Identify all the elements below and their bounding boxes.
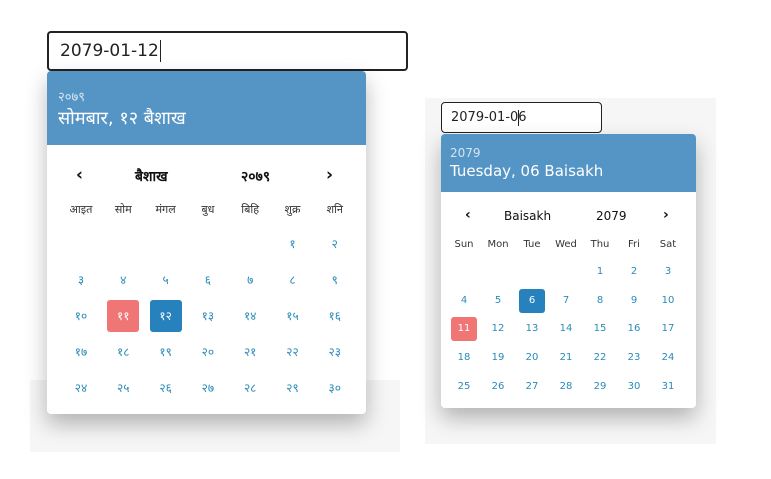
right-day-29[interactable]: 29	[587, 375, 613, 399]
right-header-year: 2079	[450, 146, 481, 160]
right-date-input-value: 2079-01-06	[451, 110, 527, 125]
right-day-3[interactable]: 3	[655, 260, 681, 284]
left-day-18[interactable]: १८	[107, 336, 139, 368]
right-day-12[interactable]: 12	[485, 317, 511, 341]
right-weekday-6: Sat	[659, 239, 677, 250]
left-day-16[interactable]: १६	[319, 300, 351, 332]
left-month-select[interactable]: बैशाख	[135, 167, 168, 186]
right-day-30[interactable]: 30	[621, 375, 647, 399]
left-day-8[interactable]: ८	[277, 264, 309, 296]
left-weekday-5: शुक्र	[284, 203, 301, 216]
right-day-24[interactable]: 24	[655, 346, 681, 370]
left-day-10[interactable]: १०	[65, 300, 97, 332]
left-prev-month-button[interactable]: ‹	[76, 165, 83, 185]
left-day-1[interactable]: १	[277, 228, 309, 260]
left-day-14[interactable]: १४	[234, 300, 266, 332]
right-day-13[interactable]: 13	[519, 317, 545, 341]
left-day-17[interactable]: १७	[65, 336, 97, 368]
right-day-15[interactable]: 15	[587, 317, 613, 341]
left-day-21[interactable]: २१	[234, 336, 266, 368]
left-day-25[interactable]: २५	[107, 372, 139, 404]
left-day-15[interactable]: १५	[277, 300, 309, 332]
right-day-18[interactable]: 18	[451, 346, 477, 370]
left-day-11[interactable]: ११	[107, 300, 140, 332]
right-day-1[interactable]: 1	[587, 260, 613, 284]
right-day-19[interactable]: 19	[485, 346, 511, 370]
right-month-select[interactable]: Baisakh	[504, 209, 551, 223]
left-day-26[interactable]: २६	[150, 372, 182, 404]
left-year-select[interactable]: २०७९	[241, 167, 270, 186]
right-day-7[interactable]: 7	[553, 289, 579, 313]
right-day-31[interactable]: 31	[655, 375, 681, 399]
left-day-5[interactable]: ५	[150, 264, 182, 296]
right-day-25[interactable]: 25	[451, 375, 477, 399]
left-day-6[interactable]: ६	[192, 264, 224, 296]
right-day-8[interactable]: 8	[587, 289, 613, 313]
right-weekday-3: Wed	[555, 239, 577, 250]
right-header-date: Tuesday, 06 Baisakh	[450, 162, 604, 180]
left-day-4[interactable]: ४	[107, 264, 139, 296]
right-day-21[interactable]: 21	[553, 346, 579, 370]
left-day-28[interactable]: २८	[234, 372, 266, 404]
left-day-2[interactable]: २	[319, 228, 351, 260]
left-day-27[interactable]: २७	[192, 372, 224, 404]
left-day-12[interactable]: १२	[149, 300, 182, 332]
left-weekday-2: मंगल	[155, 203, 176, 216]
right-weekday-0: Sun	[454, 239, 474, 250]
right-day-6[interactable]: 6	[519, 288, 545, 313]
right-day-5[interactable]: 5	[485, 289, 511, 313]
right-prev-month-button[interactable]: ‹	[465, 207, 471, 223]
left-day-31[interactable]: ३१	[65, 408, 97, 414]
left-date-input-value: 2079-01-12	[60, 41, 159, 61]
right-next-month-button[interactable]: ›	[663, 207, 669, 223]
left-weekday-1: सोम	[114, 203, 132, 216]
left-date-input[interactable]: 2079-01-12	[47, 31, 408, 71]
left-day-3[interactable]: ३	[65, 264, 97, 296]
left-day-7[interactable]: ७	[234, 264, 266, 296]
right-day-26[interactable]: 26	[485, 375, 511, 399]
left-day-29[interactable]: २९	[277, 372, 309, 404]
text-caret	[517, 109, 519, 126]
right-day-9[interactable]: 9	[621, 289, 647, 313]
left-day-22[interactable]: २२	[277, 336, 309, 368]
left-header-year: २०७९	[58, 90, 86, 105]
left-calendar-header: २०७९ सोमबार, १२ बैशाख	[47, 71, 366, 145]
right-year-select[interactable]: 2079	[596, 209, 627, 223]
right-day-14[interactable]: 14	[553, 317, 579, 341]
left-next-month-button[interactable]: ›	[326, 165, 333, 185]
left-weekday-0: आइत	[69, 203, 93, 216]
right-date-input[interactable]: 2079-01-06	[441, 102, 602, 133]
right-day-28[interactable]: 28	[553, 375, 579, 399]
left-day-30[interactable]: ३०	[319, 372, 351, 404]
right-day-16[interactable]: 16	[621, 317, 647, 341]
left-calendar: २०७९ सोमबार, १२ बैशाख ‹ बैशाख २०७९ › आइत…	[47, 71, 366, 414]
right-weekday-5: Fri	[628, 239, 640, 250]
right-day-27[interactable]: 27	[519, 375, 545, 399]
left-day-9[interactable]: ९	[319, 264, 351, 296]
right-day-2[interactable]: 2	[621, 260, 647, 284]
right-day-10[interactable]: 10	[655, 289, 681, 313]
right-day-17[interactable]: 17	[655, 317, 681, 341]
left-day-13[interactable]: १३	[192, 300, 224, 332]
right-weekday-4: Thu	[590, 239, 610, 250]
right-weekday-1: Mon	[487, 239, 509, 250]
right-calendar-header: 2079 Tuesday, 06 Baisakh	[441, 134, 696, 192]
left-day-24[interactable]: २४	[65, 372, 97, 404]
right-day-4[interactable]: 4	[451, 289, 477, 313]
right-day-20[interactable]: 20	[519, 346, 545, 370]
left-day-23[interactable]: २३	[319, 336, 351, 368]
left-weekday-6: शनि	[326, 203, 344, 216]
right-day-22[interactable]: 22	[587, 346, 613, 370]
left-day-20[interactable]: २०	[192, 336, 224, 368]
left-header-date: सोमबार, १२ बैशाख	[58, 108, 186, 129]
right-day-23[interactable]: 23	[621, 346, 647, 370]
right-calendar: 2079 Tuesday, 06 Baisakh ‹ Baisakh 2079 …	[441, 134, 696, 408]
right-weekday-2: Tue	[523, 239, 541, 250]
left-weekday-3: बुध	[201, 203, 215, 216]
left-weekday-4: बिहि	[241, 203, 260, 216]
right-day-11[interactable]: 11	[451, 317, 477, 342]
text-caret	[159, 40, 161, 62]
left-day-19[interactable]: १९	[150, 336, 182, 368]
